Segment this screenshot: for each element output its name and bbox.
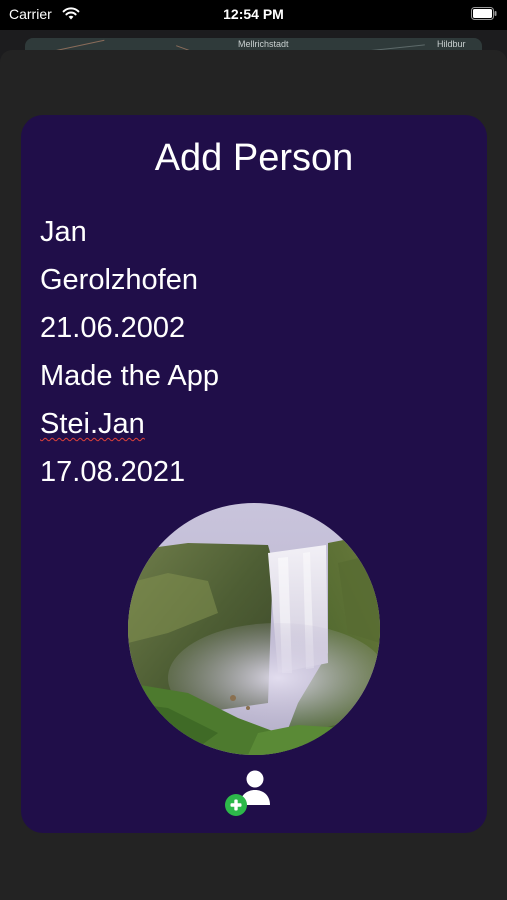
date-field: 17.08.2021 bbox=[40, 456, 186, 488]
birth-date-field: 21.06.2002 bbox=[40, 312, 186, 344]
add-person-card: Add Person Jan Gerolzhofen 21.06.2002 Ma… bbox=[21, 115, 487, 833]
author-field: Stei.Jan bbox=[40, 408, 145, 440]
map-label: Mellrichstadt bbox=[238, 39, 289, 49]
status-time: 12:54 PM bbox=[223, 6, 284, 22]
add-person-icon bbox=[225, 770, 270, 816]
page-title: Add Person bbox=[154, 137, 354, 179]
status-bar: Carrier 12:54 PM bbox=[0, 0, 507, 30]
name-field: Jan bbox=[40, 216, 87, 248]
description-field: Made the App bbox=[40, 360, 219, 392]
waterfall-photo bbox=[128, 503, 380, 755]
map-label: Hildbur bbox=[437, 39, 466, 49]
place-field: Gerolzhofen bbox=[40, 264, 198, 296]
battery-icon bbox=[471, 7, 497, 20]
person-photo[interactable] bbox=[128, 503, 380, 755]
add-person-button[interactable] bbox=[223, 767, 275, 819]
